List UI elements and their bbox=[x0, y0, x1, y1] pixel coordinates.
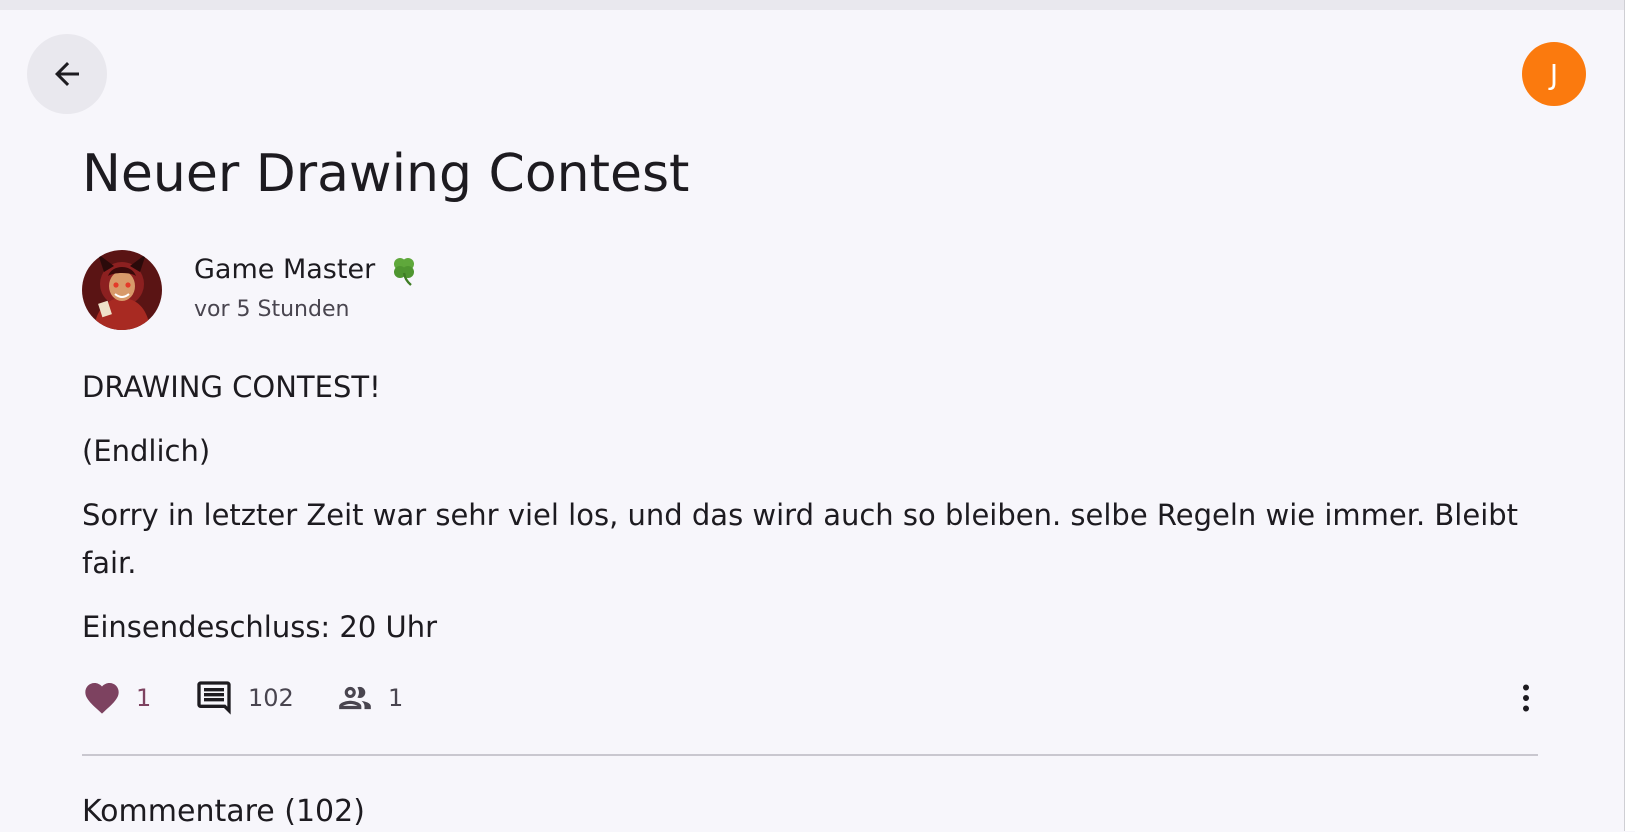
author-name: Game Master bbox=[194, 254, 376, 285]
more-options-button[interactable] bbox=[1500, 672, 1552, 724]
post-actions: 1 102 1 bbox=[82, 672, 1548, 724]
heart-icon bbox=[85, 683, 119, 714]
post-time: vor 5 Stunden bbox=[194, 297, 350, 322]
top-strip bbox=[0, 0, 1624, 10]
comments-heading: Kommentare (102) bbox=[82, 794, 365, 829]
arrow-left-icon bbox=[55, 62, 79, 86]
post-title: Neuer Drawing Contest bbox=[82, 144, 690, 204]
like-count: 1 bbox=[136, 684, 152, 712]
author-name-row: Game Master bbox=[194, 252, 421, 288]
post-body-line: Einsendeschluss: 20 Uhr bbox=[82, 610, 438, 644]
author-avatar[interactable] bbox=[82, 250, 162, 330]
people-icon bbox=[339, 686, 371, 710]
post-body-line: (Endlich) bbox=[82, 434, 211, 468]
participant-count: 1 bbox=[388, 684, 404, 712]
comments-button[interactable]: 102 bbox=[194, 672, 294, 724]
divider bbox=[82, 754, 1538, 756]
post-body-line: DRAWING CONTEST! bbox=[82, 370, 381, 404]
more-vert-icon bbox=[1523, 684, 1529, 712]
like-button[interactable]: 1 bbox=[82, 672, 151, 724]
scrollbar[interactable] bbox=[1624, 0, 1635, 831]
comment-icon bbox=[197, 681, 231, 715]
author-avatar-image bbox=[82, 250, 162, 330]
user-avatar[interactable]: J bbox=[1522, 42, 1586, 106]
comment-count: 102 bbox=[248, 684, 294, 712]
four-leaf-clover-icon bbox=[387, 253, 421, 287]
post-body-line: Sorry in letzter Zeit war sehr viel los,… bbox=[82, 498, 1519, 580]
user-avatar-initial: J bbox=[1549, 57, 1559, 91]
participants-button[interactable]: 1 bbox=[336, 672, 403, 724]
back-button[interactable] bbox=[27, 34, 107, 114]
